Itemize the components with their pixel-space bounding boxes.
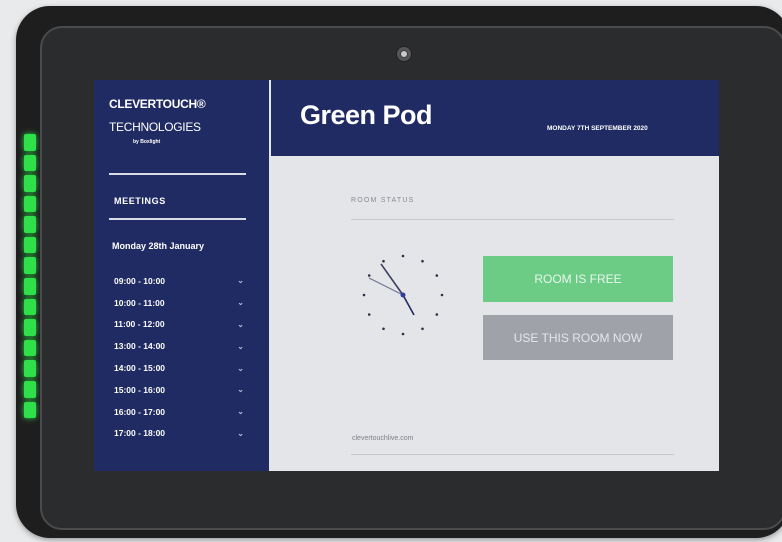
chevron-down-icon[interactable]: ⌄ [237, 298, 244, 307]
footer-divider [351, 454, 674, 455]
analog-clock-icon [362, 254, 444, 336]
meeting-slot[interactable]: 11:00 - 12:00 ⌄ [114, 314, 244, 336]
status-divider [351, 219, 674, 220]
slot-time: 17:00 - 18:00 [114, 428, 166, 439]
room-is-free-button[interactable]: ROOM IS FREE [483, 256, 673, 302]
sidebar-divider [109, 218, 246, 220]
meeting-slot-list: 09:00 - 10:00 ⌄ 10:00 - 11:00 ⌄ 11:00 - 12… [114, 270, 244, 444]
meeting-slot[interactable]: 13:00 - 14:00 ⌄ [114, 335, 244, 357]
sidebar-divider [109, 173, 246, 175]
room-name: Green Pod [300, 100, 433, 130]
brand-tagline: by Boxlight [133, 139, 161, 145]
room-header: Green Pod MONDAY 7TH SEPTEMBER 2020 [271, 80, 719, 156]
slot-time: 15:00 - 16:00 [114, 384, 166, 395]
meeting-slot[interactable]: 14:00 - 15:00 ⌄ [114, 357, 244, 379]
slot-time: 14:00 - 15:00 [114, 363, 166, 374]
touch-screen: CLEVERTOUCH® TECHNOLOGIES by Boxlight ME… [94, 80, 719, 471]
meeting-slot[interactable]: 15:00 - 16:00 ⌄ [114, 379, 244, 401]
footer-url: clevertouchlive.com [352, 435, 414, 442]
meeting-slot[interactable]: 10:00 - 11:00 ⌄ [114, 292, 244, 314]
header-date: MONDAY 7TH SEPTEMBER 2020 [547, 125, 648, 132]
meetings-sidebar: CLEVERTOUCH® TECHNOLOGIES by Boxlight ME… [94, 80, 269, 471]
slot-time: 16:00 - 17:00 [114, 406, 166, 417]
camera-icon [397, 47, 411, 61]
slot-time: 09:00 - 10:00 [114, 275, 166, 286]
chevron-down-icon[interactable]: ⌄ [237, 429, 244, 438]
chevron-down-icon[interactable]: ⌄ [237, 407, 244, 416]
meetings-date: Monday 28th January [112, 241, 205, 251]
chevron-down-icon[interactable]: ⌄ [237, 385, 244, 394]
slot-time: 11:00 - 12:00 [114, 319, 165, 330]
slot-time: 10:00 - 11:00 [114, 297, 165, 308]
room-status-label: ROOM STATUS [351, 197, 415, 204]
chevron-down-icon[interactable]: ⌄ [237, 342, 244, 351]
meeting-slot[interactable]: 09:00 - 10:00 ⌄ [114, 270, 244, 292]
meeting-slot[interactable]: 17:00 - 18:00 ⌄ [114, 423, 244, 445]
chevron-down-icon[interactable]: ⌄ [237, 364, 244, 373]
chevron-down-icon[interactable]: ⌄ [237, 276, 244, 285]
chevron-down-icon[interactable]: ⌄ [237, 320, 244, 329]
status-led-strip [24, 134, 36, 419]
meeting-slot[interactable]: 16:00 - 17:00 ⌄ [114, 401, 244, 423]
use-this-room-now-button[interactable]: USE THIS ROOM NOW [483, 315, 673, 360]
brand-subtitle: TECHNOLOGIES [109, 120, 201, 134]
brand-logo: CLEVERTOUCH® [109, 97, 206, 111]
meetings-heading: MEETINGS [114, 196, 166, 206]
slot-time: 13:00 - 14:00 [114, 341, 166, 352]
